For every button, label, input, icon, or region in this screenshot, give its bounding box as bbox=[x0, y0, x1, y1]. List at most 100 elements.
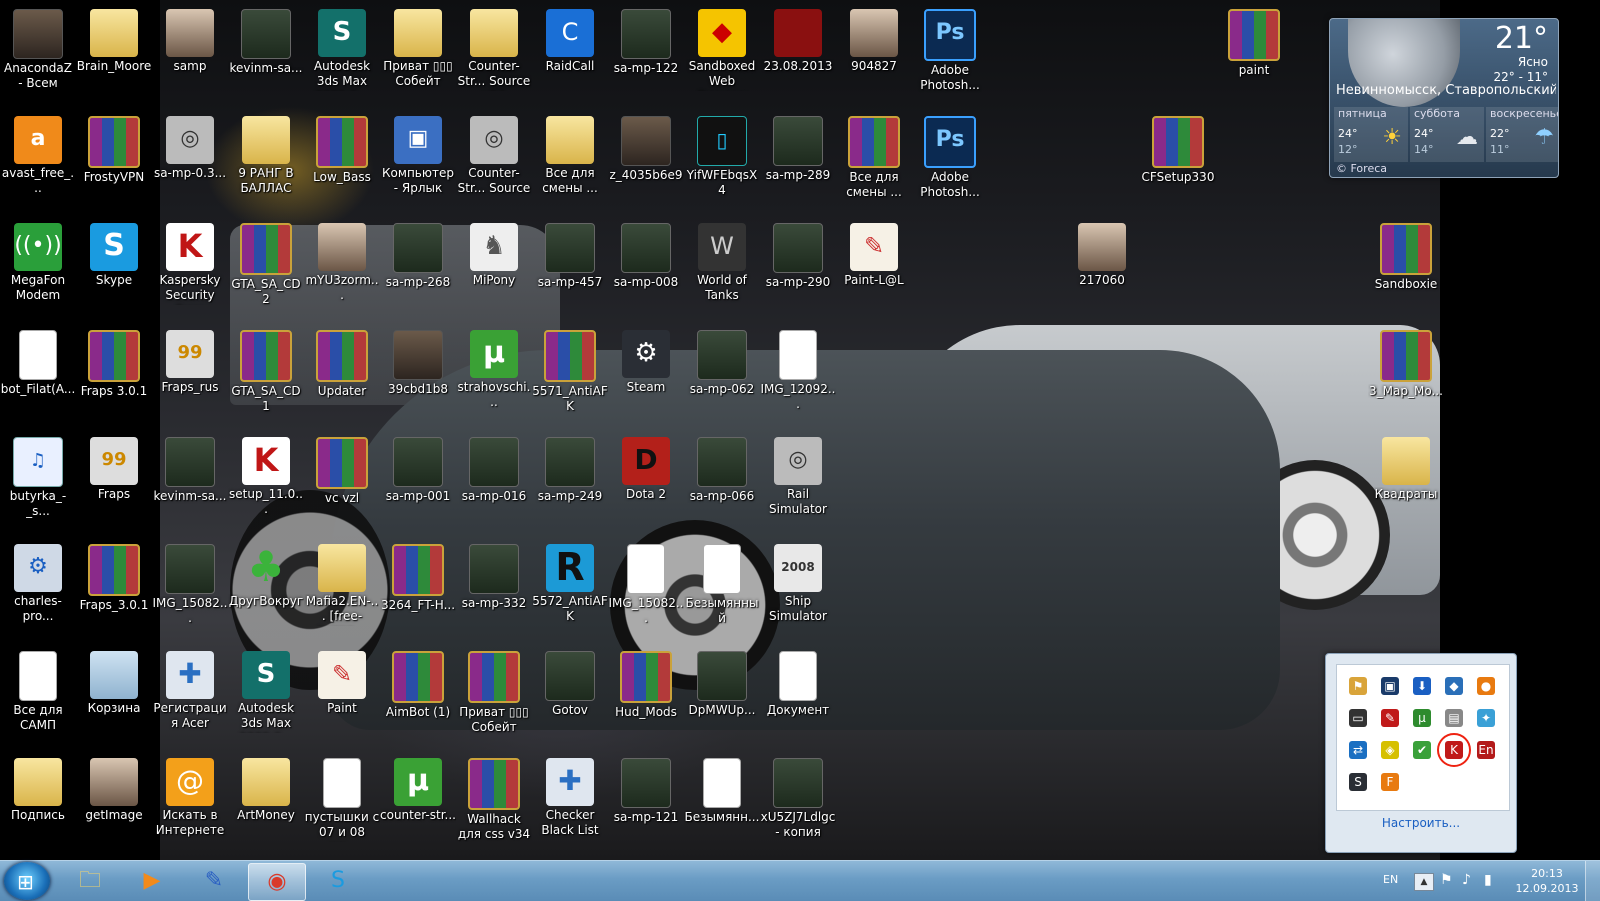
desktop-icon[interactable]: SAutodesk 3ds Max 2009 6... bbox=[228, 645, 304, 745]
program-taskbar-button[interactable]: ✎ bbox=[186, 863, 242, 899]
desktop-icon[interactable]: Fraps_3.0.1 bbox=[76, 538, 152, 638]
weather-gadget[interactable]: 21° Ясно 22° - 11° Невинномысск, Ставроп… bbox=[1329, 18, 1559, 178]
desktop-icon[interactable]: sa-mp-062 bbox=[684, 324, 760, 424]
desktop-icon[interactable]: ▯ YifWFEbqsX4 bbox=[684, 110, 760, 210]
desktop-icon[interactable]: ♣ ДругВокруг bbox=[228, 538, 304, 638]
desktop-icon[interactable]: ((•)) MegaFon Modem bbox=[0, 217, 76, 317]
desktop-icon[interactable]: kevinm-sa... bbox=[152, 431, 228, 531]
desktop-icon[interactable]: sa-mp-008 bbox=[608, 217, 684, 317]
desktop-icon[interactable]: sa-mp-066 bbox=[684, 431, 760, 531]
desktop-icon[interactable]: Gotov bbox=[532, 645, 608, 745]
desktop-icon[interactable]: sa-mp-457 bbox=[532, 217, 608, 317]
desktop-icon[interactable]: пустышки с 07 и 08 ser... bbox=[304, 752, 380, 852]
volume-icon[interactable]: ♪ bbox=[1462, 872, 1471, 888]
desktop-icon[interactable]: sa-mp-016 bbox=[456, 431, 532, 531]
avast-icon[interactable]: ● bbox=[1477, 677, 1495, 695]
desktop-icon[interactable]: vc vzl bbox=[304, 431, 380, 531]
desktop-icon[interactable]: sa-mp-001 bbox=[380, 431, 456, 531]
chrome-taskbar-button[interactable]: ◉ bbox=[248, 863, 306, 901]
show-hidden-icons-button[interactable]: ▲ bbox=[1414, 873, 1434, 891]
desktop-icon[interactable]: 2008 Ship Simulator bbox=[760, 538, 836, 638]
desktop-icon[interactable]: ♫ butyrka_-_s... bbox=[0, 431, 76, 531]
desktop-icon[interactable]: Квадраты bbox=[1368, 431, 1444, 531]
desktop-icon[interactable]: ✎ Paint-L@L bbox=[836, 217, 912, 317]
desktop-icon[interactable]: Все для смены ... bbox=[532, 110, 608, 210]
desktop-icon[interactable]: R 5572_AntiAFK bbox=[532, 538, 608, 638]
clock-date[interactable]: 12.09.2013 bbox=[1512, 882, 1582, 895]
desktop-icon[interactable]: xU5ZJ7Ldlgc - копия bbox=[760, 752, 836, 852]
desktop-icon[interactable]: ◎ sa-mp-0.3... bbox=[152, 110, 228, 210]
desktop-icon[interactable]: FrostyVPN bbox=[76, 110, 152, 210]
window-icon[interactable]: ▤ bbox=[1445, 709, 1463, 727]
show-desktop-button[interactable] bbox=[1585, 861, 1600, 901]
media-player-taskbar-button[interactable]: ▶ bbox=[124, 863, 180, 899]
desktop-icon[interactable]: GTA_SA_CD2 bbox=[228, 217, 304, 317]
weather-provider-link[interactable]: © Foreca bbox=[1336, 162, 1387, 175]
desktop-icon[interactable]: Приват ▯▯▯ Собейт bbox=[456, 645, 532, 745]
desktop-icon[interactable]: CFSetup330 bbox=[1140, 110, 1216, 210]
desktop-icon[interactable]: KKaspersky Security Scan bbox=[152, 217, 228, 317]
desktop-icon[interactable]: Все для смены ... bbox=[836, 110, 912, 210]
desktop-icon[interactable]: sa-mp-121 bbox=[608, 752, 684, 852]
network-icon[interactable]: ✦ bbox=[1477, 709, 1495, 727]
desktop-icon[interactable]: getImage bbox=[76, 752, 152, 852]
tray-customize-link[interactable]: Настроить... bbox=[1326, 816, 1516, 830]
monitor-icon[interactable]: ▣ bbox=[1381, 677, 1399, 695]
desktop-icon[interactable]: SAutodesk 3ds Max 2009 3... bbox=[304, 3, 380, 103]
desktop-icon[interactable]: 39cbd1b8 bbox=[380, 324, 456, 424]
desktop-icon[interactable]: Updater bbox=[304, 324, 380, 424]
desktop-icon[interactable]: mYU3zorm... bbox=[304, 217, 380, 317]
desktop-icon[interactable]: ✚ Checker Black List bbox=[532, 752, 608, 852]
download-icon[interactable]: ⬇ bbox=[1413, 677, 1431, 695]
desktop-icon[interactable]: ✎ Paint bbox=[304, 645, 380, 745]
start-button[interactable]: ⊞ bbox=[4, 862, 50, 900]
lingvo-icon[interactable]: En bbox=[1477, 741, 1495, 759]
desktop-icon[interactable]: 5571_AntiAFK bbox=[532, 324, 608, 424]
desktop-icon[interactable]: paint bbox=[1216, 3, 1292, 103]
desktop-icon[interactable]: Fraps 3.0.1 bbox=[76, 324, 152, 424]
desktop-icon[interactable]: IMG_15082... bbox=[152, 538, 228, 638]
desktop-icon[interactable]: @ Искать в Интернете bbox=[152, 752, 228, 852]
desktop-icon[interactable]: ✚ Регистрация Acer bbox=[152, 645, 228, 745]
desktop-icon[interactable]: IMG_15082... bbox=[608, 538, 684, 638]
desktop-icon[interactable]: ▣ Компьютер - Ярлык bbox=[380, 110, 456, 210]
desktop-icon[interactable]: ArtMoney bbox=[228, 752, 304, 852]
desktop-icon[interactable]: S Skype bbox=[76, 217, 152, 317]
desktop-icon[interactable]: Приват ▯▯▯ Собейт bbox=[380, 3, 456, 103]
desktop-icon[interactable]: ♞ MiPony bbox=[456, 217, 532, 317]
desktop-icon[interactable]: sa-mp-268 bbox=[380, 217, 456, 317]
desktop-icon[interactable]: D Dota 2 bbox=[608, 431, 684, 531]
desktop-icon[interactable]: AimBot (1) bbox=[380, 645, 456, 745]
desktop-icon[interactable]: IMG_12092... bbox=[760, 324, 836, 424]
desktop-icon[interactable]: Документ bbox=[760, 645, 836, 745]
desktop-icon[interactable]: Корзина bbox=[76, 645, 152, 745]
shield-icon[interactable]: ◆ bbox=[1445, 677, 1463, 695]
gem-icon[interactable]: ◈ bbox=[1381, 741, 1399, 759]
desktop-icon[interactable]: Подпись bbox=[0, 752, 76, 852]
utorrent-icon[interactable]: µ bbox=[1413, 709, 1431, 727]
desktop-icon[interactable]: µ counter-str... bbox=[380, 752, 456, 852]
desktop-icon[interactable]: Ps Adobe Photosh... bbox=[912, 110, 988, 210]
fraps-icon[interactable]: F bbox=[1381, 773, 1399, 791]
desktop-icon[interactable]: a avast_free_... bbox=[0, 110, 76, 210]
desktop-icon[interactable]: Все для САМП bbox=[0, 645, 76, 745]
nvidia-icon[interactable]: ✔ bbox=[1413, 741, 1431, 759]
desktop-icon[interactable]: µ strahovschi... bbox=[456, 324, 532, 424]
desktop-icon[interactable]: ⚙ Steam bbox=[608, 324, 684, 424]
flag-icon[interactable]: ⚑ bbox=[1349, 677, 1367, 695]
explorer-taskbar-button[interactable]: 🗀 bbox=[62, 863, 118, 899]
desktop-icon[interactable]: sa-mp-289 bbox=[760, 110, 836, 210]
desktop-icon[interactable]: Безымянн... bbox=[684, 752, 760, 852]
desktop-icon[interactable]: ◆Sandboxed Web Browser bbox=[684, 3, 760, 103]
desktop-icon[interactable]: Ps Adobe Photosh... bbox=[912, 3, 988, 103]
desktop-icon[interactable]: sa-mp-332 bbox=[456, 538, 532, 638]
teamviewer-icon[interactable]: ⇄ bbox=[1349, 741, 1367, 759]
desktop-icon[interactable]: W World of Tanks bbox=[684, 217, 760, 317]
desktop-icon[interactable]: Counter-Str... Source v34 bbox=[456, 3, 532, 103]
action-center-icon[interactable]: ⚑ bbox=[1440, 872, 1453, 888]
desktop-icon[interactable]: bot_Filat(A... bbox=[0, 324, 76, 424]
desktop-icon[interactable]: 99 Fraps_rus bbox=[152, 324, 228, 424]
desktop-icon[interactable]: 217060 bbox=[1064, 217, 1140, 317]
desktop-icon[interactable]: Brain_Moore bbox=[76, 3, 152, 103]
desktop-icon[interactable]: Wallhack для css v34 bbox=[456, 752, 532, 852]
